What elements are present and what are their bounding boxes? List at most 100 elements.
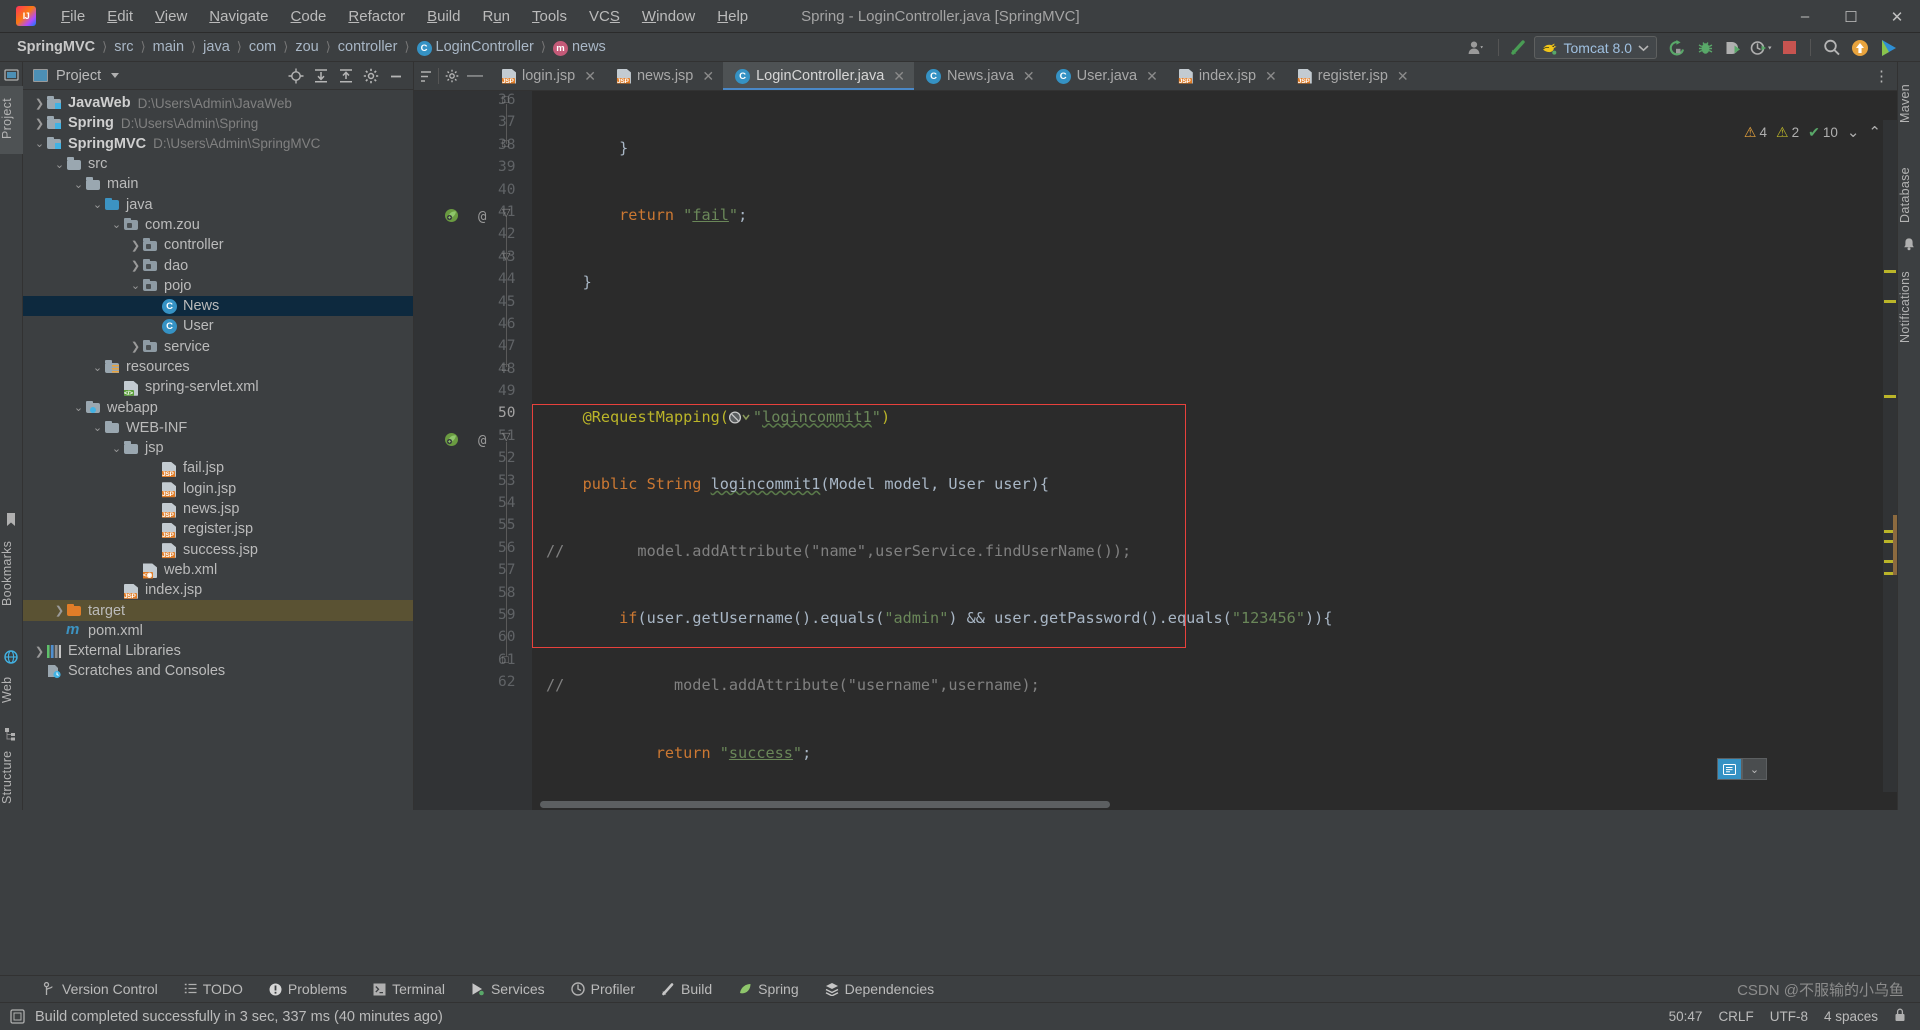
tree-item-web-inf[interactable]: ⌄ WEB-INF — [23, 418, 413, 438]
menu-refactor[interactable]: Refactor — [337, 4, 416, 29]
close-icon[interactable]: ✕ — [584, 68, 596, 85]
file-encoding[interactable]: UTF-8 — [1770, 1009, 1808, 1024]
chevron-down-icon[interactable]: ⌄ — [33, 137, 46, 150]
toolbar-overflow-icon[interactable] — [1903, 36, 1919, 60]
tree-item-fail-jsp[interactable]: JSP fail.jsp — [23, 458, 413, 478]
tree-item-external-libraries[interactable]: ❯ External Libraries — [23, 641, 413, 661]
editor-tab-register-jsp[interactable]: JSP register.jsp ✕ — [1286, 62, 1418, 90]
profiler-icon[interactable] — [1748, 36, 1774, 60]
menu-help[interactable]: Help — [706, 4, 759, 29]
close-button[interactable]: ✕ — [1874, 0, 1920, 33]
sidebar-item-project[interactable]: Project — [0, 86, 23, 154]
sidebar-item-database[interactable]: Database — [1898, 156, 1920, 234]
bookmarks-tool-icon[interactable] — [4, 512, 19, 527]
line-separator[interactable]: CRLF — [1718, 1009, 1753, 1024]
chevron-right-icon[interactable]: ❯ — [33, 97, 46, 110]
breadcrumb-item-main[interactable]: main — [150, 39, 187, 55]
breadcrumb-item-logincontroller[interactable]: C LoginController — [414, 39, 537, 56]
tree-item-spring[interactable]: ❯ Spring D:\Users\Admin\Spring — [23, 113, 413, 133]
ime-floating-widget[interactable]: ⌄ — [1717, 758, 1767, 780]
tree-item-pom-xml[interactable]: m pom.xml — [23, 621, 413, 641]
chevron-right-icon[interactable]: ❯ — [129, 259, 142, 272]
sidebar-item-structure[interactable]: Structure — [0, 745, 23, 813]
chevron-down-icon[interactable]: ⌄ — [72, 401, 85, 414]
scrollbar-thumb[interactable] — [1893, 515, 1897, 575]
bottom-tool-problems[interactable]: Problems — [256, 976, 360, 1002]
tree-item-target[interactable]: ❯ target — [23, 600, 413, 621]
bottom-tool-todo[interactable]: TODO — [171, 976, 256, 1002]
notifications-bell-icon[interactable] — [1902, 237, 1917, 252]
override-gutter-marker[interactable]: @ — [478, 433, 486, 449]
ide-feature-icon[interactable] — [1875, 36, 1901, 60]
inspection-weak-warnings[interactable]: ✔ 10 — [1808, 124, 1838, 141]
chevron-down-icon[interactable]: ⌄ — [129, 279, 142, 292]
tree-item-index-jsp[interactable]: JSP index.jsp — [23, 580, 413, 600]
inspection-summary[interactable]: ⚠ 4 ⚠ 2 ✔ 10 ⌄ ⌃ — [1744, 123, 1881, 142]
bottom-tool-build[interactable]: Build — [648, 976, 725, 1002]
minimize-button[interactable]: – — [1782, 0, 1828, 33]
override-gutter-marker[interactable]: @ — [478, 209, 486, 225]
menu-view[interactable]: View — [144, 4, 198, 29]
sidebar-item-maven[interactable]: Maven — [1898, 76, 1920, 130]
menu-file[interactable]: File — [50, 4, 96, 29]
inspection-marker[interactable] — [1884, 270, 1896, 273]
lock-icon[interactable] — [1894, 1008, 1906, 1025]
tree-item-news-jsp[interactable]: JSP news.jsp — [23, 499, 413, 519]
settings-gear-icon[interactable] — [441, 69, 463, 83]
caret-position[interactable]: 50:47 — [1669, 1009, 1703, 1024]
sidebar-item-bookmarks[interactable]: Bookmarks — [0, 530, 23, 620]
tree-item-src[interactable]: ⌄ src — [23, 154, 413, 174]
chevron-right-icon[interactable]: ❯ — [53, 604, 66, 617]
code-editor[interactable]: 36 37 38 39 40 41 42 43 44 45 46 47 48 4… — [414, 91, 1897, 810]
chevron-down-icon[interactable]: ⌄ — [91, 421, 104, 434]
run-icon[interactable] — [1664, 36, 1690, 60]
editor-tab-user-java[interactable]: C User.java ✕ — [1044, 62, 1167, 90]
ime-toggle-button[interactable] — [1717, 758, 1742, 780]
collapse-inspections-icon[interactable]: ⌃ — [1868, 123, 1881, 141]
settings-gear-icon[interactable] — [360, 65, 382, 87]
ime-expand-button[interactable]: ⌄ — [1742, 758, 1767, 780]
breadcrumb-item-src[interactable]: src — [111, 39, 136, 55]
tree-item-main[interactable]: ⌄ main — [23, 174, 413, 194]
tree-item-news-class[interactable]: C News — [23, 295, 413, 317]
menu-tools[interactable]: Tools — [521, 4, 578, 29]
sort-tabs-icon[interactable] — [416, 70, 436, 83]
sidebar-item-notifications[interactable]: Notifications — [1898, 254, 1920, 360]
spring-bean-gutter-icon[interactable] — [444, 208, 459, 228]
bottom-tool-version-control[interactable]: Version Control — [30, 976, 171, 1002]
editor-tab-overflow-icon[interactable]: ⋮ — [1866, 62, 1897, 90]
inspection-marker[interactable] — [1884, 395, 1896, 398]
chevron-down-icon[interactable]: ⌄ — [110, 442, 123, 455]
bottom-tool-spring[interactable]: Spring — [725, 976, 811, 1002]
breadcrumb-item-controller[interactable]: controller — [335, 39, 401, 55]
chevron-down-icon[interactable]: ⌄ — [91, 198, 104, 211]
run-with-coverage-icon[interactable] — [1720, 36, 1746, 60]
editor-tab-news-java[interactable]: C News.java ✕ — [914, 62, 1044, 90]
editor-horizontal-scrollbar[interactable] — [540, 799, 1881, 810]
breadcrumb-item-news[interactable]: m news — [550, 39, 609, 56]
tree-item-register-jsp[interactable]: JSP register.jsp — [23, 519, 413, 539]
chevron-down-icon[interactable]: ⌄ — [53, 158, 66, 171]
expand-all-icon[interactable] — [310, 65, 332, 87]
tree-item-java[interactable]: ⌄ java — [23, 194, 413, 214]
breadcrumb-item-java[interactable]: java — [200, 39, 233, 55]
chevron-right-icon[interactable]: ❯ — [33, 645, 46, 658]
search-everywhere-icon[interactable] — [1819, 36, 1845, 60]
indent-setting[interactable]: 4 spaces — [1824, 1009, 1878, 1024]
breadcrumb-item-com[interactable]: com — [246, 39, 279, 55]
editor-tab-index-jsp[interactable]: JSP index.jsp ✕ — [1167, 62, 1286, 90]
breadcrumb-item-springmvc[interactable]: SpringMVC — [14, 39, 98, 55]
menu-bar[interactable]: File Edit View Navigate Code Refactor Bu… — [50, 4, 759, 29]
tree-item-success-jsp[interactable]: JSP success.jsp — [23, 540, 413, 560]
menu-edit[interactable]: Edit — [96, 4, 144, 29]
tree-item-resources[interactable]: ⌄ resources — [23, 357, 413, 377]
bottom-tool-services[interactable]: Services — [458, 976, 558, 1002]
inspection-marker[interactable] — [1884, 300, 1896, 303]
tree-item-com-zou[interactable]: ⌄ com.zou — [23, 215, 413, 235]
tree-item-springmvc[interactable]: ⌄ SpringMVC D:\Users\Admin\SpringMVC — [23, 134, 413, 154]
close-icon[interactable]: ✕ — [1265, 68, 1277, 85]
close-icon[interactable]: ✕ — [1397, 68, 1409, 85]
menu-navigate[interactable]: Navigate — [198, 4, 279, 29]
chevron-down-icon[interactable]: ⌄ — [72, 178, 85, 191]
menu-build[interactable]: Build — [416, 4, 471, 29]
